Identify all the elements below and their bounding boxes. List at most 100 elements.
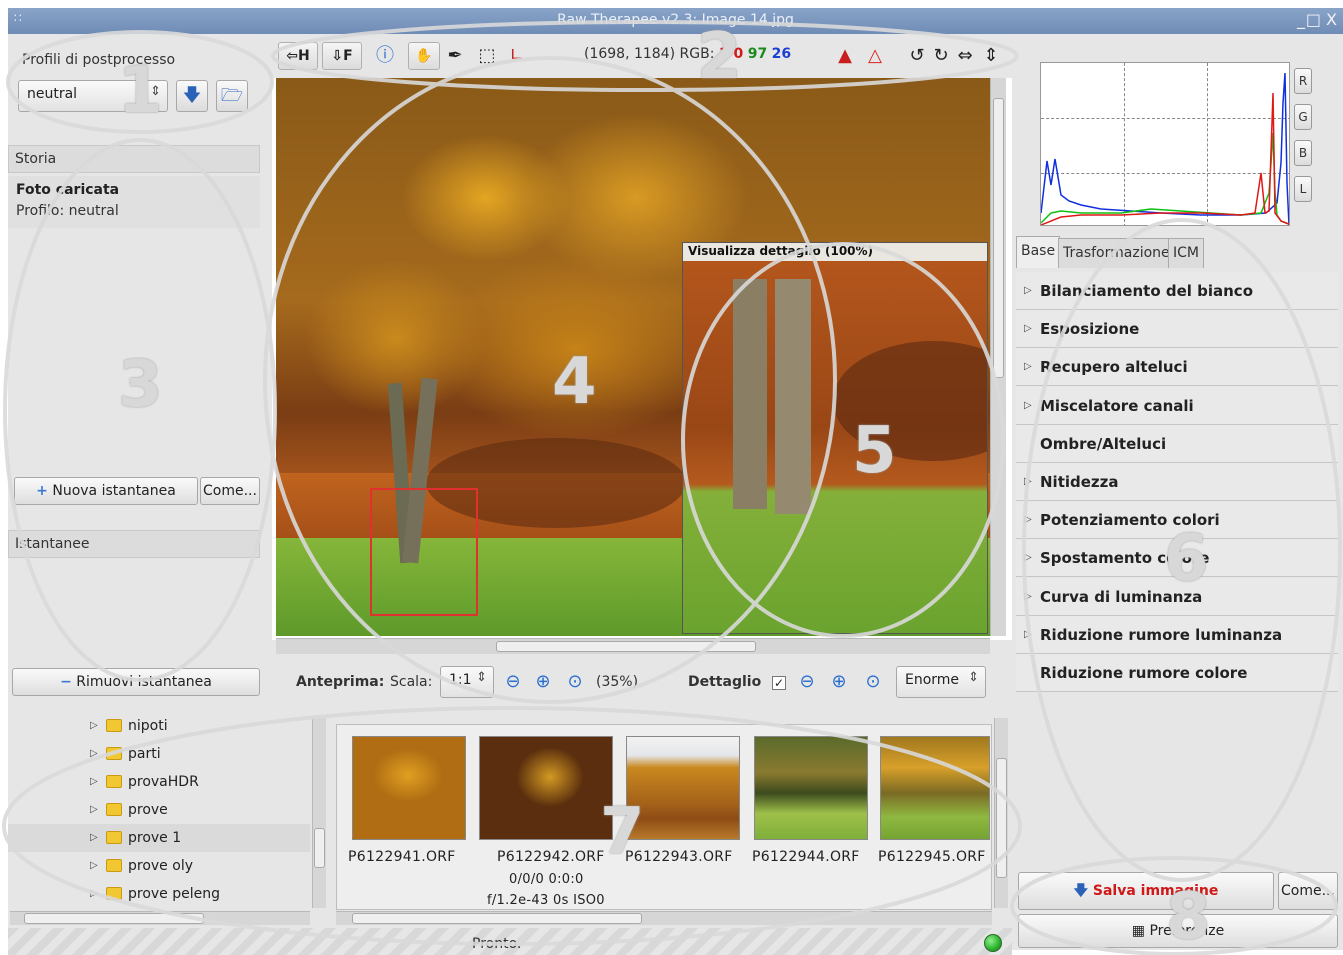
history-item[interactable]: Foto caricata Profilo: neutral bbox=[8, 176, 260, 228]
expand-triangle-icon[interactable]: ▷ bbox=[1024, 310, 1032, 348]
tool-section[interactable]: ▷ Nitidezza bbox=[1016, 463, 1338, 501]
thumbnail-image[interactable] bbox=[880, 736, 990, 840]
expand-triangle-icon[interactable]: ▷ bbox=[90, 852, 98, 880]
zoom-fit-icon[interactable]: ⊙ bbox=[562, 670, 588, 694]
annotation-number: 6 bbox=[1164, 522, 1209, 596]
minimize-button[interactable]: _ bbox=[1297, 10, 1305, 29]
folder-tree-item[interactable]: ▷ prove peleng bbox=[8, 880, 310, 908]
histogram-green-toggle[interactable]: G bbox=[1294, 104, 1312, 130]
highlight-clip-warning-icon[interactable]: △ bbox=[862, 44, 888, 68]
folder-tree-item[interactable]: ▷ prove bbox=[8, 796, 310, 824]
expand-triangle-icon[interactable]: ▷ bbox=[1024, 348, 1032, 386]
expand-triangle-icon[interactable]: ▷ bbox=[90, 768, 98, 796]
tool-section[interactable]: ▷ Miscelatore canali bbox=[1016, 386, 1338, 425]
rotate-right-icon[interactable]: ↻ bbox=[928, 44, 954, 68]
hist-h-button[interactable]: ⇦H bbox=[278, 42, 318, 70]
thumbnail-image[interactable] bbox=[479, 736, 613, 840]
zoom-in-icon[interactable]: ⊕ bbox=[530, 670, 556, 694]
folder-tree-item[interactable]: ▷ nipoti bbox=[8, 712, 310, 740]
tree-horizontal-scrollbar[interactable] bbox=[10, 911, 310, 925]
tab-transform[interactable]: Trasformazione bbox=[1058, 238, 1175, 268]
tool-section[interactable]: ▷ Bilanciamento del bianco bbox=[1016, 272, 1338, 310]
expand-triangle-icon[interactable]: ▷ bbox=[90, 880, 98, 908]
histogram-luminance-toggle[interactable]: L bbox=[1294, 176, 1312, 202]
thumbs-horizontal-scrollbar[interactable] bbox=[336, 911, 992, 925]
save-as-button[interactable]: Come... bbox=[1278, 872, 1338, 910]
arrow-down-icon: ⇩ bbox=[331, 48, 344, 64]
tab-icm[interactable]: ICM bbox=[1168, 238, 1204, 268]
folder-tree-item[interactable]: ▷ provaHDR bbox=[8, 768, 310, 796]
window-title: Raw Therapee v2.3: Image 14.jpg bbox=[557, 12, 794, 28]
detail-window[interactable]: Visualizza dettaglio (100%) bbox=[682, 242, 988, 634]
crop-icon[interactable]: ⬚ bbox=[474, 44, 500, 68]
scrollbar-thumb[interactable] bbox=[314, 828, 325, 868]
expand-triangle-icon[interactable]: ▷ bbox=[90, 740, 98, 768]
flip-horizontal-icon[interactable]: ⇔ bbox=[952, 44, 978, 68]
thumbs-vertical-scrollbar[interactable] bbox=[994, 718, 1008, 908]
zoom-out-icon[interactable]: ⊖ bbox=[500, 670, 526, 694]
info-icon[interactable]: ⓘ bbox=[372, 44, 398, 68]
tool-section[interactable]: ▷ Recupero alteluci bbox=[1016, 348, 1338, 387]
scrollbar-thumb[interactable] bbox=[352, 913, 642, 924]
detail-size-select[interactable]: Enorme ⇕ bbox=[896, 666, 986, 698]
tree-vertical-scrollbar[interactable] bbox=[312, 718, 326, 908]
maximize-button[interactable]: □ bbox=[1306, 10, 1321, 29]
expand-triangle-icon[interactable]: ▷ bbox=[1024, 539, 1032, 577]
expand-triangle-icon[interactable]: ▷ bbox=[90, 712, 98, 740]
thumbnail-image[interactable] bbox=[352, 736, 466, 840]
folder-tree-item[interactable]: ▷ prove 1 bbox=[8, 824, 310, 852]
histogram-blue-toggle[interactable]: B bbox=[1294, 140, 1312, 166]
expand-triangle-icon[interactable]: ▷ bbox=[90, 824, 98, 852]
tool-section[interactable]: Riduzione rumore colore bbox=[1016, 654, 1338, 692]
detail-checkbox[interactable]: ✓ bbox=[772, 676, 786, 690]
scrollbar-thumb[interactable] bbox=[996, 758, 1007, 878]
snapshot-as-button[interactable]: Come... bbox=[200, 477, 260, 505]
thumbnail-info-exposure: f/1.2e-43 0s ISO0 bbox=[487, 893, 605, 908]
histogram-red-toggle[interactable]: R bbox=[1294, 68, 1312, 94]
detail-zoom-out-icon[interactable]: ⊖ bbox=[794, 670, 820, 694]
detail-zoom-fit-icon[interactable]: ⊙ bbox=[860, 670, 886, 694]
thumbnail-image[interactable] bbox=[754, 736, 868, 840]
hand-tool-button[interactable]: ✋ bbox=[408, 42, 440, 70]
tool-section[interactable]: ▷ Riduzione rumore luminanza bbox=[1016, 615, 1338, 654]
shadow-clip-warning-icon[interactable]: ▲ bbox=[832, 44, 858, 68]
detail-zoom-in-icon[interactable]: ⊕ bbox=[826, 670, 852, 694]
detail-selection-rectangle[interactable] bbox=[370, 488, 478, 616]
tool-section[interactable]: Ombre/Alteluci bbox=[1016, 424, 1338, 463]
load-profile-button[interactable]: 🗁 bbox=[216, 80, 248, 112]
expand-triangle-icon[interactable]: ▷ bbox=[90, 796, 98, 824]
tab-base[interactable]: Base bbox=[1016, 236, 1061, 268]
save-image-button[interactable]: 🡇 Salva immagine bbox=[1018, 872, 1274, 910]
save-profile-button[interactable]: 🡇 bbox=[176, 80, 208, 112]
straighten-icon[interactable]: ∟ bbox=[504, 44, 530, 68]
expand-triangle-icon[interactable]: ▷ bbox=[1024, 463, 1032, 501]
picker-icon[interactable]: ✒ bbox=[442, 44, 468, 68]
thumbnail-filename: P6122941.ORF bbox=[348, 849, 456, 865]
detail-trunk bbox=[733, 279, 767, 509]
new-snapshot-button[interactable]: + Nuova istantanea bbox=[14, 477, 198, 505]
status-indicator bbox=[984, 934, 1002, 952]
rotate-left-icon[interactable]: ↺ bbox=[904, 44, 930, 68]
close-button[interactable]: X bbox=[1326, 10, 1337, 29]
expand-triangle-icon[interactable]: ▷ bbox=[1024, 616, 1032, 654]
folder-tree-item[interactable]: ▷ prove oly bbox=[8, 852, 310, 880]
folder-tree-item[interactable]: ▷ parti bbox=[8, 740, 310, 768]
flip-vertical-icon[interactable]: ⇕ bbox=[978, 44, 1004, 68]
remove-snapshot-button[interactable]: − Rimuovi istantanea bbox=[12, 668, 260, 696]
expand-triangle-icon[interactable]: ▷ bbox=[1024, 272, 1032, 310]
folder-icon bbox=[106, 747, 122, 760]
scrollbar-thumb[interactable] bbox=[993, 98, 1004, 378]
image-horizontal-scrollbar[interactable] bbox=[276, 638, 990, 654]
histogram bbox=[1040, 62, 1290, 226]
expand-triangle-icon[interactable]: ▷ bbox=[1024, 501, 1032, 539]
title-bar[interactable]: ∷ Raw Therapee v2.3: Image 14.jpg _ □ X bbox=[8, 8, 1343, 34]
expand-triangle-icon[interactable]: ▷ bbox=[1024, 578, 1032, 616]
annotation-number: 8 bbox=[1166, 880, 1211, 954]
expand-triangle-icon[interactable]: ▷ bbox=[1024, 387, 1032, 425]
image-vertical-scrollbar[interactable] bbox=[990, 78, 1006, 636]
scale-select[interactable]: 1:1 ⇕ bbox=[440, 666, 494, 698]
tool-section[interactable]: ▷ Esposizione bbox=[1016, 310, 1338, 349]
scrollbar-thumb[interactable] bbox=[496, 641, 756, 652]
hist-f-button[interactable]: ⇩F bbox=[322, 42, 362, 70]
scrollbar-thumb[interactable] bbox=[24, 913, 204, 924]
